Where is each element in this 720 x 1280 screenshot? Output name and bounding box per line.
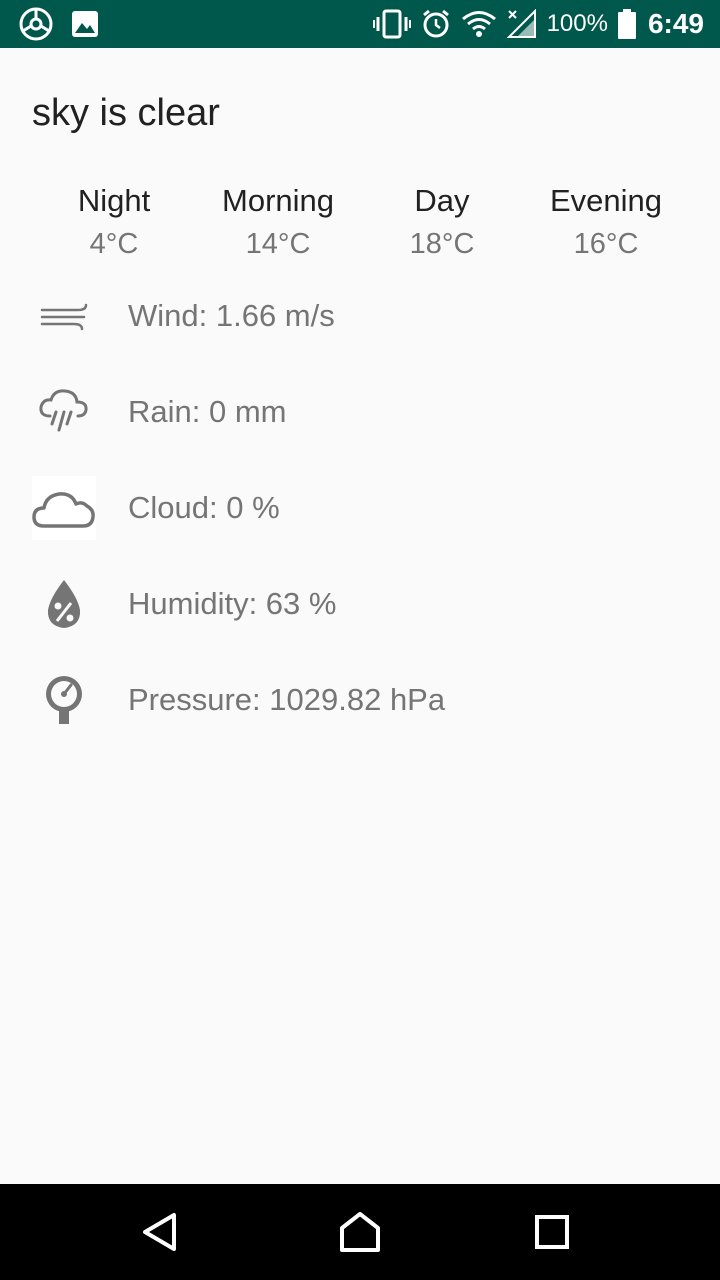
app-icon [18, 6, 54, 42]
humidity-row: Humidity: 63 % [32, 556, 688, 652]
cloud-row: Cloud: 0 % [32, 460, 688, 556]
recents-button[interactable] [524, 1204, 580, 1260]
period-night: Night 4°C [32, 180, 196, 266]
signal-icon [506, 9, 537, 39]
period-temp: 18°C [409, 228, 475, 260]
cloud-icon [32, 476, 96, 540]
clock: 6:49 [647, 8, 704, 39]
weather-details: Wind: 1.66 m/s Rain: 0 mm Cloud: 0 % Hum… [32, 268, 688, 748]
recents-icon [535, 1215, 569, 1249]
weather-summary: sky is clear [32, 92, 220, 134]
period-name: Day [414, 183, 470, 218]
wind-icon [32, 284, 96, 348]
battery-percent: 100% [546, 10, 608, 37]
status-bar: 100% 6:49 [0, 0, 720, 48]
period-temp: 4°C [89, 228, 139, 260]
period-temp: 16°C [573, 228, 639, 260]
period-morning: Morning 14°C [196, 180, 360, 266]
home-icon [340, 1212, 380, 1252]
period-day: Day 18°C [360, 180, 524, 266]
pressure-gauge-icon [32, 668, 96, 732]
humidity-text: Humidity: 63 % [128, 586, 337, 621]
wind-text: Wind: 1.66 m/s [128, 298, 335, 333]
period-name: Evening [549, 183, 663, 218]
navigation-bar [0, 1184, 720, 1280]
home-button[interactable] [332, 1204, 388, 1260]
status-bar-right: 100% 6:49 [372, 0, 704, 48]
vibrate-icon [372, 9, 411, 39]
wifi-icon [461, 10, 497, 38]
period-name: Night [77, 183, 151, 218]
wind-row: Wind: 1.66 m/s [32, 268, 688, 364]
alarm-icon [421, 9, 451, 39]
period-temp: 14°C [245, 228, 311, 260]
rain-icon [32, 380, 96, 444]
period-evening: Evening 16°C [524, 180, 688, 266]
pressure-text: Pressure: 1029.82 hPa [128, 682, 446, 717]
cloud-text: Cloud: 0 % [128, 490, 280, 525]
status-bar-left [18, 6, 100, 42]
image-icon [70, 9, 100, 39]
pressure-row: Pressure: 1029.82 hPa [32, 652, 688, 748]
period-name: Morning [222, 183, 334, 218]
rain-text: Rain: 0 mm [128, 394, 287, 429]
back-button[interactable] [132, 1204, 188, 1260]
rain-row: Rain: 0 mm [32, 364, 688, 460]
back-icon [143, 1213, 176, 1251]
day-periods: Night 4°C Morning 14°C Day 18°C Evening … [32, 180, 688, 266]
humidity-icon [32, 572, 96, 636]
battery-icon [617, 9, 636, 39]
